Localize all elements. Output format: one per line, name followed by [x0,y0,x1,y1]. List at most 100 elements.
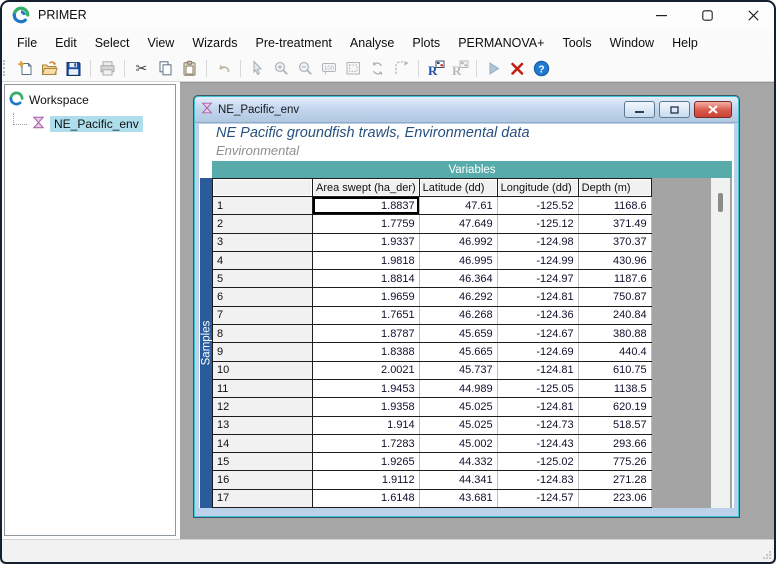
row-header[interactable]: 5 [213,270,313,288]
table-cell[interactable]: 45.025 [419,398,497,416]
table-cell[interactable]: 46.292 [419,288,497,306]
table-cell[interactable]: 380.88 [578,325,651,343]
minimize-button[interactable] [638,0,684,30]
table-cell[interactable]: 1.6148 [313,489,420,507]
row-header[interactable]: 11 [213,379,313,397]
table-cell[interactable]: 1.8814 [313,270,420,288]
corner-header-cell[interactable] [213,179,313,197]
table-cell[interactable]: 45.025 [419,416,497,434]
row-header[interactable]: 1 [213,197,313,215]
help-icon[interactable]: ? [531,58,552,79]
row-header[interactable]: 6 [213,288,313,306]
table-cell[interactable]: 1.9818 [313,251,420,269]
selected-cell[interactable]: 1.8837 [313,197,420,215]
row-header[interactable]: 4 [213,251,313,269]
document-close-button[interactable] [694,101,732,118]
open-workspace-icon[interactable] [39,58,60,79]
table-cell[interactable]: 45.737 [419,361,497,379]
table-cell[interactable]: 45.665 [419,343,497,361]
close-button[interactable] [730,0,776,30]
analyse-r-icon[interactable]: R [425,58,446,79]
scrollbar-thumb[interactable] [718,193,723,212]
menu-item-wizards[interactable]: Wizards [183,33,246,53]
table-cell[interactable]: 1138.5 [578,379,651,397]
row-header[interactable]: 15 [213,453,313,471]
table-cell[interactable]: -125.05 [497,379,578,397]
table-cell[interactable]: 44.341 [419,471,497,489]
menu-item-pre-treatment[interactable]: Pre-treatment [246,33,340,53]
table-cell[interactable]: 1.7759 [313,215,420,233]
column-header[interactable]: Area swept (ha_der) [313,179,420,197]
table-cell[interactable]: -124.81 [497,288,578,306]
document-restore-button[interactable] [659,101,690,118]
table-cell[interactable]: 1.9358 [313,398,420,416]
maximize-button[interactable] [684,0,730,30]
menu-item-permanova-[interactable]: PERMANOVA+ [449,33,553,53]
table-cell[interactable]: 271.28 [578,471,651,489]
table-cell[interactable]: 293.66 [578,434,651,452]
table-cell[interactable]: -124.43 [497,434,578,452]
menu-item-edit[interactable]: Edit [46,33,86,53]
row-header[interactable]: 16 [213,471,313,489]
table-cell[interactable]: 1.8388 [313,343,420,361]
table-cell[interactable]: 47.61 [419,197,497,215]
document-minimize-button[interactable] [624,101,655,118]
table-cell[interactable]: -124.97 [497,270,578,288]
tree-item-ne-pacific-env[interactable]: NE_Pacific_env [5,111,175,136]
row-header[interactable]: 9 [213,343,313,361]
menu-item-analyse[interactable]: Analyse [341,33,403,53]
toolbar-grip[interactable] [3,60,9,76]
table-cell[interactable]: 44.989 [419,379,497,397]
vertical-scrollbar[interactable] [711,178,730,508]
table-cell[interactable]: -124.98 [497,233,578,251]
cut-icon[interactable]: ✂ [131,58,152,79]
table-cell[interactable]: 1.9659 [313,288,420,306]
table-cell[interactable]: 1168.6 [578,197,651,215]
table-cell[interactable]: 45.002 [419,434,497,452]
column-header[interactable]: Depth (m) [578,179,651,197]
save-icon[interactable] [63,58,84,79]
table-cell[interactable]: 46.995 [419,251,497,269]
table-cell[interactable]: -124.36 [497,306,578,324]
table-cell[interactable]: -125.52 [497,197,578,215]
table-cell[interactable]: 1.7283 [313,434,420,452]
stop-icon[interactable] [507,58,528,79]
table-cell[interactable]: -125.12 [497,215,578,233]
table-cell[interactable]: -124.57 [497,489,578,507]
table-cell[interactable]: 440.4 [578,343,651,361]
table-cell[interactable]: 223.06 [578,489,651,507]
table-cell[interactable]: -124.69 [497,343,578,361]
menu-item-select[interactable]: Select [86,33,139,53]
row-header[interactable]: 12 [213,398,313,416]
table-cell[interactable]: -124.83 [497,471,578,489]
menu-item-tools[interactable]: Tools [553,33,600,53]
table-cell[interactable]: -124.81 [497,361,578,379]
table-cell[interactable]: 620.19 [578,398,651,416]
row-header[interactable]: 3 [213,233,313,251]
table-cell[interactable]: 2.0021 [313,361,420,379]
menu-item-plots[interactable]: Plots [403,33,449,53]
table-cell[interactable]: 46.268 [419,306,497,324]
table-cell[interactable]: 518.57 [578,416,651,434]
table-cell[interactable]: 610.75 [578,361,651,379]
table-cell[interactable]: -125.02 [497,453,578,471]
table-cell[interactable]: -124.99 [497,251,578,269]
table-cell[interactable]: 1.7651 [313,306,420,324]
table-cell[interactable]: 371.49 [578,215,651,233]
copy-icon[interactable] [155,58,176,79]
table-cell[interactable]: 1.8787 [313,325,420,343]
menu-item-file[interactable]: File [8,33,46,53]
menu-item-window[interactable]: Window [601,33,663,53]
table-cell[interactable]: 430.96 [578,251,651,269]
column-header[interactable]: Latitude (dd) [419,179,497,197]
row-header[interactable]: 2 [213,215,313,233]
row-header[interactable]: 13 [213,416,313,434]
new-workspace-icon[interactable] [15,58,36,79]
table-cell[interactable]: 1.9265 [313,453,420,471]
table-cell[interactable]: 46.364 [419,270,497,288]
table-cell[interactable]: 47.649 [419,215,497,233]
table-cell[interactable]: 1187.6 [578,270,651,288]
table-cell[interactable]: 1.9337 [313,233,420,251]
table-cell[interactable]: 370.37 [578,233,651,251]
table-cell[interactable]: 43.681 [419,489,497,507]
